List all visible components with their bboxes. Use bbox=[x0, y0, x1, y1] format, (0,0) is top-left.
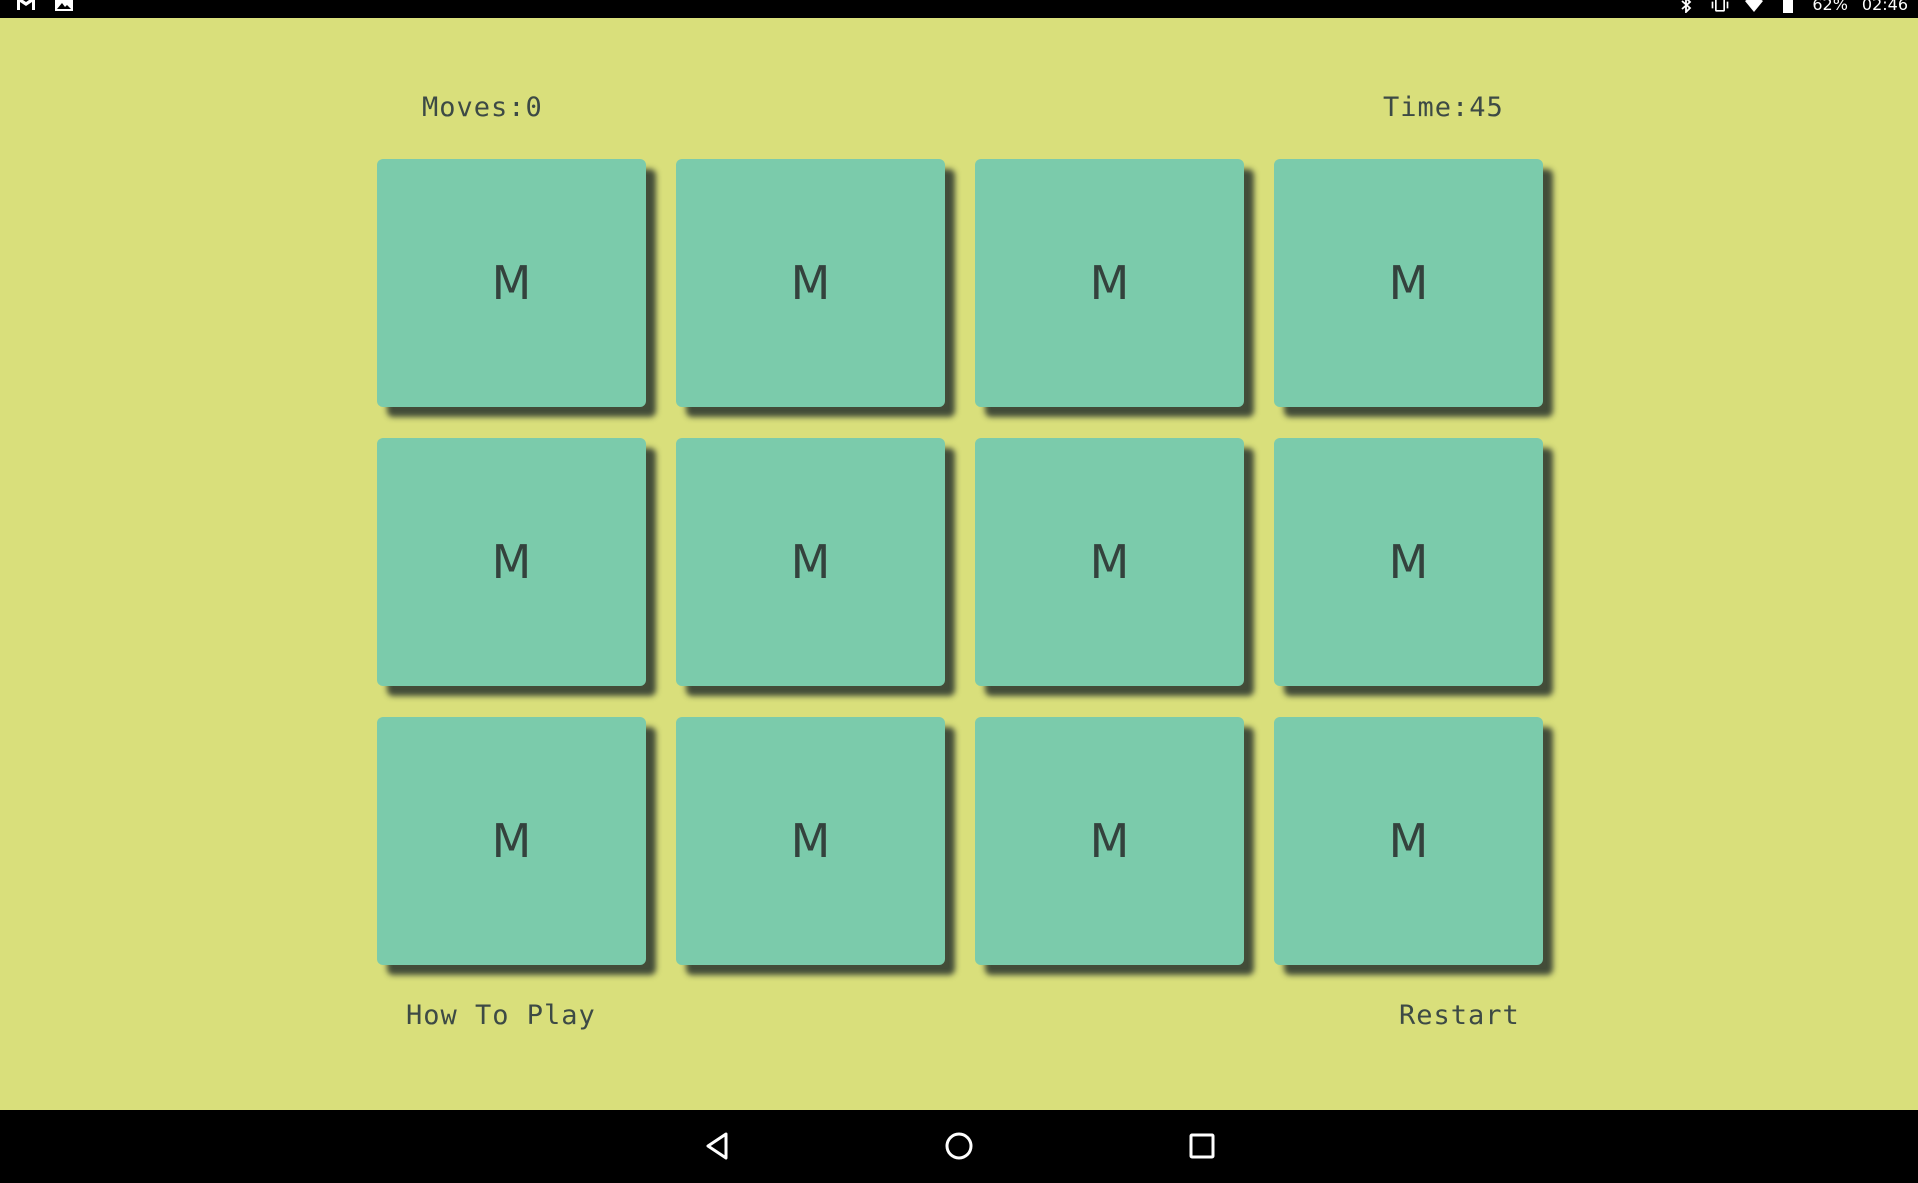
navigation-bar bbox=[0, 1110, 1918, 1183]
memory-card[interactable]: M bbox=[1274, 717, 1543, 965]
memory-card[interactable]: M bbox=[1274, 438, 1543, 686]
memory-card[interactable]: M bbox=[676, 438, 945, 686]
card-face-label: M bbox=[491, 256, 532, 310]
card-face-label: M bbox=[1388, 535, 1429, 589]
memory-card[interactable]: M bbox=[377, 159, 646, 407]
battery-percent: 62% bbox=[1812, 0, 1848, 14]
card-face-label: M bbox=[790, 256, 831, 310]
recents-icon[interactable] bbox=[1184, 1128, 1220, 1164]
home-icon[interactable] bbox=[941, 1128, 977, 1164]
memory-card[interactable]: M bbox=[975, 717, 1244, 965]
time-counter: Time:45 bbox=[1383, 92, 1504, 123]
card-face-label: M bbox=[1089, 256, 1130, 310]
vibrate-icon bbox=[1711, 0, 1729, 12]
memory-card[interactable]: M bbox=[676, 717, 945, 965]
battery-icon bbox=[1783, 0, 1794, 13]
memory-card[interactable]: M bbox=[975, 159, 1244, 407]
memory-card[interactable]: M bbox=[1274, 159, 1543, 407]
card-face-label: M bbox=[491, 814, 532, 868]
clock: 02:46 bbox=[1861, 0, 1908, 14]
card-face-label: M bbox=[1388, 256, 1429, 310]
image-icon bbox=[55, 0, 73, 11]
moves-counter: Moves:0 bbox=[422, 92, 543, 123]
back-icon[interactable] bbox=[700, 1128, 736, 1164]
bluetooth-icon bbox=[1681, 0, 1692, 13]
card-face-label: M bbox=[790, 535, 831, 589]
card-face-label: M bbox=[1089, 814, 1130, 868]
status-bar: 62% 02:46 bbox=[0, 0, 1918, 18]
gmail-icon bbox=[17, 0, 35, 10]
restart-button[interactable]: Restart bbox=[1399, 1000, 1520, 1031]
card-face-label: M bbox=[1089, 535, 1130, 589]
memory-card[interactable]: M bbox=[377, 438, 646, 686]
memory-card[interactable]: M bbox=[377, 717, 646, 965]
how-to-play-button[interactable]: How To Play bbox=[406, 1000, 596, 1031]
memory-card[interactable]: M bbox=[975, 438, 1244, 686]
card-face-label: M bbox=[1388, 814, 1429, 868]
card-grid: M M M M M M M M M M M M bbox=[377, 159, 1543, 965]
card-face-label: M bbox=[491, 535, 532, 589]
card-face-label: M bbox=[790, 814, 831, 868]
memory-card[interactable]: M bbox=[676, 159, 945, 407]
wifi-icon bbox=[1745, 0, 1764, 12]
